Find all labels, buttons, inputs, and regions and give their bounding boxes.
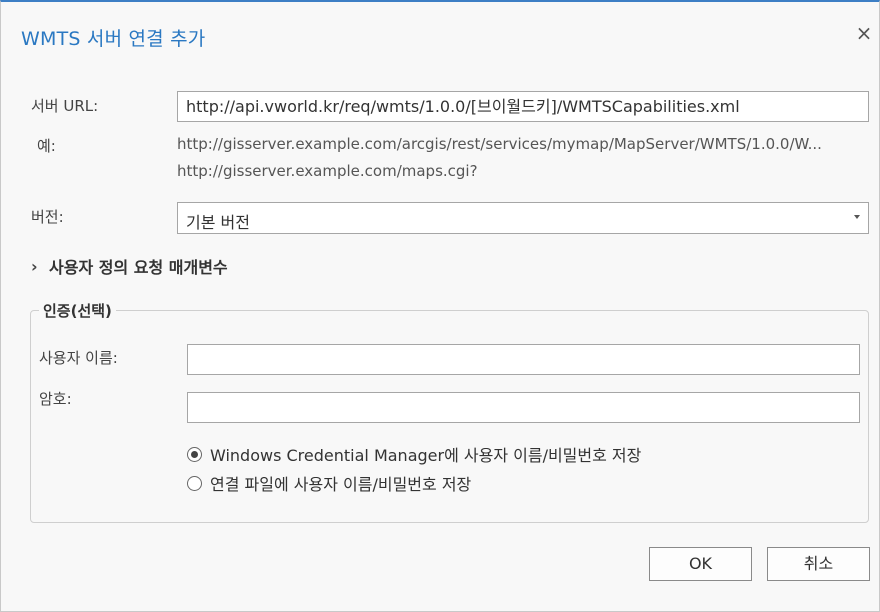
cancel-button[interactable]: 취소 bbox=[767, 547, 870, 581]
password-input[interactable] bbox=[187, 392, 860, 423]
radio-connection-file[interactable]: 연결 파일에 사용자 이름/비밀번호 저장 bbox=[187, 471, 471, 495]
username-label: 사용자 이름: bbox=[39, 349, 118, 367]
username-input[interactable] bbox=[187, 344, 860, 375]
password-label: 암호: bbox=[39, 390, 72, 408]
ok-button[interactable]: OK bbox=[649, 547, 752, 581]
radio-selected-icon bbox=[187, 446, 202, 462]
custom-params-expander[interactable]: › 사용자 정의 요청 매개변수 bbox=[31, 254, 228, 278]
custom-params-label: 사용자 정의 요청 매개변수 bbox=[49, 258, 228, 277]
radio-credential-manager[interactable]: Windows Credential Manager에 사용자 이름/비밀번호 … bbox=[187, 442, 641, 466]
example-url-2: http://gisserver.example.com/maps.cgi? bbox=[177, 162, 478, 180]
dropdown-arrow-icon bbox=[854, 215, 860, 219]
example-label: 예: bbox=[37, 137, 56, 155]
version-selected-value: 기본 버전 bbox=[186, 213, 250, 232]
radio-unselected-icon bbox=[187, 475, 202, 491]
radio-credential-manager-label: Windows Credential Manager에 사용자 이름/비밀번호 … bbox=[210, 446, 642, 465]
version-label: 버전: bbox=[31, 208, 64, 226]
close-icon[interactable]: × bbox=[853, 22, 875, 44]
server-url-input[interactable]: http://api.vworld.kr/req/wmts/1.0.0/[브이월… bbox=[177, 91, 869, 122]
server-url-label: 서버 URL: bbox=[31, 97, 99, 115]
example-url-1: http://gisserver.example.com/arcgis/rest… bbox=[177, 135, 822, 153]
auth-group-legend: 인증(선택) bbox=[39, 300, 116, 321]
dialog-title: WMTS 서버 연결 추가 bbox=[21, 28, 206, 50]
radio-connection-file-label: 연결 파일에 사용자 이름/비밀번호 저장 bbox=[210, 475, 472, 494]
chevron-right-icon: › bbox=[31, 256, 38, 276]
version-select[interactable]: 기본 버전 bbox=[177, 202, 869, 234]
dialog-window: WMTS 서버 연결 추가 × 서버 URL: http://api.vworl… bbox=[0, 0, 880, 612]
